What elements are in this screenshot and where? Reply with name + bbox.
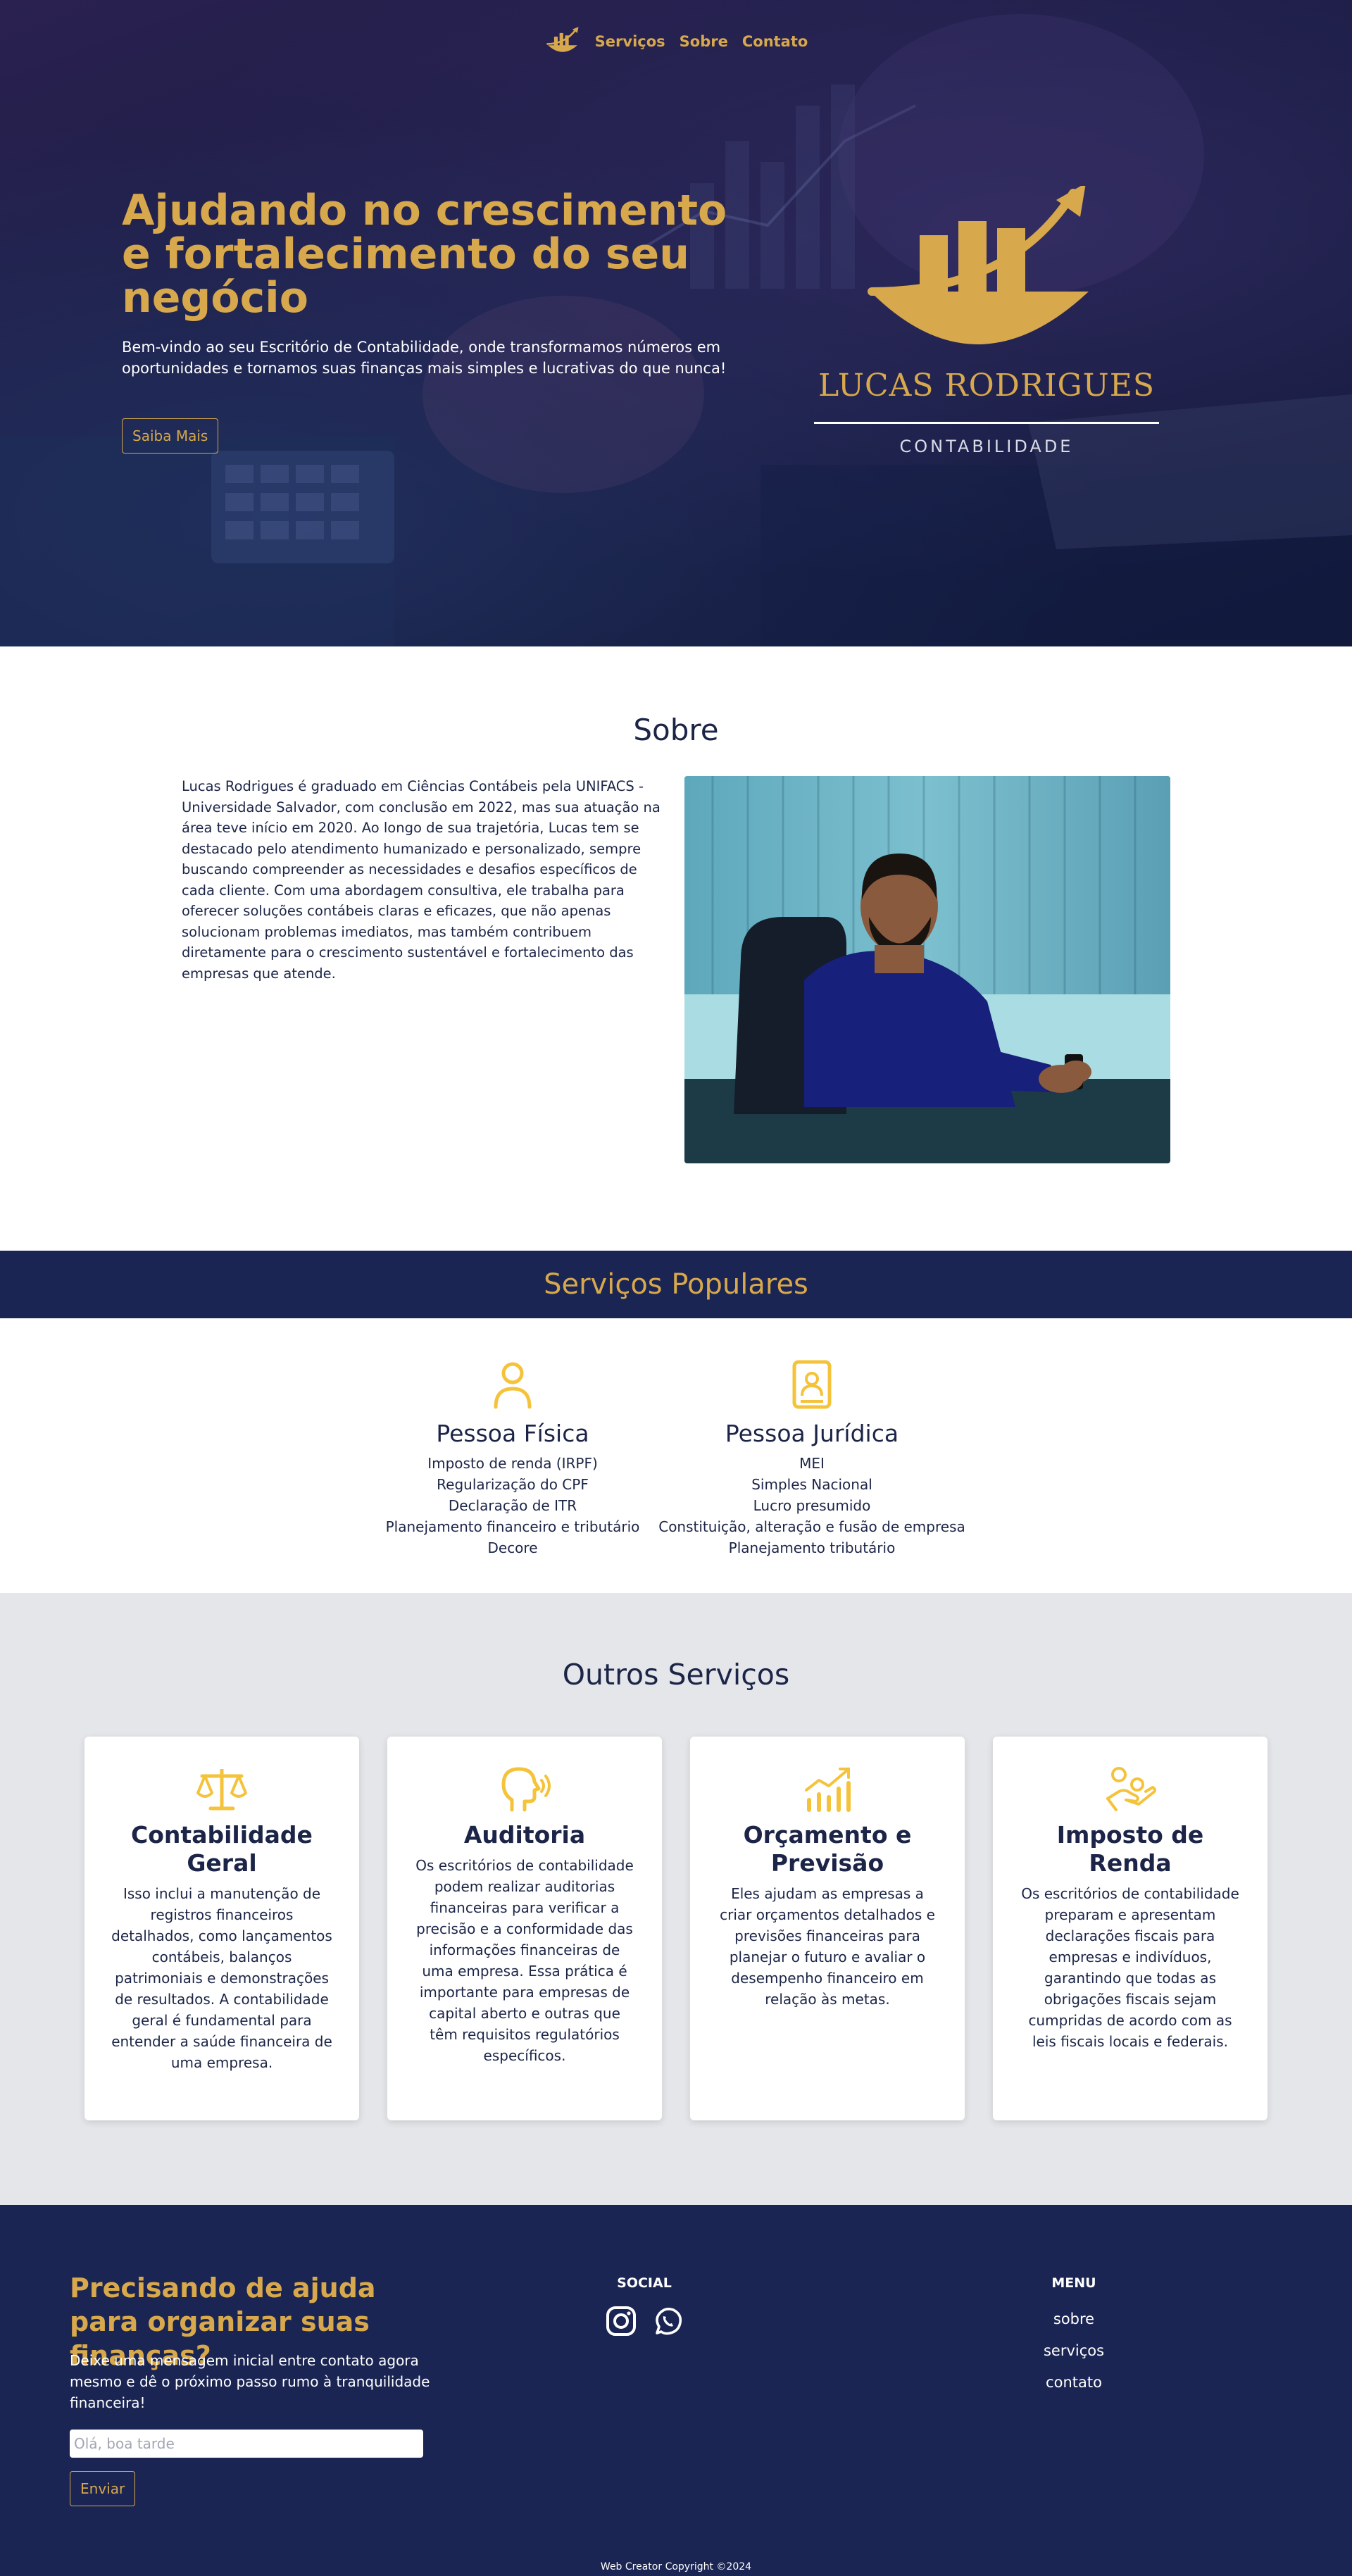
message-input[interactable] xyxy=(70,2430,423,2458)
nav-servicos[interactable]: Serviços xyxy=(595,33,665,50)
about-photo xyxy=(684,776,1170,1163)
popular-services-title: Serviços Populares xyxy=(544,1268,808,1301)
popular-services-header: Serviços Populares xyxy=(0,1251,1352,1318)
nav-sobre[interactable]: Sobre xyxy=(680,33,728,50)
send-button[interactable]: Enviar xyxy=(70,2471,136,2506)
about-title: Sobre xyxy=(633,713,719,747)
footer: Precisando de ajuda para organizar suas … xyxy=(0,2205,1352,2576)
speaking-head-icon xyxy=(501,1767,551,1812)
footer-menu: sobre serviços contato xyxy=(1000,2303,1148,2399)
list-item: Regularização do CPF xyxy=(437,1476,589,1493)
footer-menu-servicos[interactable]: serviços xyxy=(1044,2342,1104,2359)
pessoa-fisica-list: Imposto de renda (IRPF) Regularização do… xyxy=(372,1453,653,1558)
list-item: MEI xyxy=(799,1455,825,1472)
brand-logo: LUCAS RODRIGUES CONTABILIDADE xyxy=(814,186,1159,468)
service-pessoa-fisica: Pessoa Física Imposto de renda (IRPF) Re… xyxy=(372,1359,653,1558)
service-pessoa-juridica: Pessoa Jurídica MEI Simples Nacional Luc… xyxy=(646,1359,977,1558)
instagram-icon[interactable] xyxy=(604,2304,638,2338)
brand-subtitle: CONTABILIDADE xyxy=(899,437,1074,456)
social-links xyxy=(604,2304,684,2338)
footer-menu-contato[interactable]: contato xyxy=(1046,2374,1102,2391)
about-photo-illustration xyxy=(684,776,1170,1163)
service-card: Auditoria Os escritórios de contabilidad… xyxy=(387,1737,662,2120)
card-text: Isso inclui a manutenção de registros fi… xyxy=(111,1885,332,2071)
card-text: Os escritórios de contabilidade preparam… xyxy=(1021,1885,1239,2050)
brand-name: LUCAS RODRIGUES xyxy=(818,368,1155,404)
hand-money-icon xyxy=(1106,1767,1156,1811)
social-heading: SOCIAL xyxy=(617,2275,672,2291)
other-services-section: Outros Serviços Contabilidade Geral Isso… xyxy=(0,1593,1352,2205)
scale-icon xyxy=(196,1769,247,1811)
top-nav: Serviços Sobre Contato xyxy=(0,25,1352,58)
footer-menu-sobre[interactable]: sobre xyxy=(1053,2311,1094,2327)
menu-heading: MENU xyxy=(1051,2275,1096,2291)
service-card: Contabilidade Geral Isso inclui a manute… xyxy=(84,1737,359,2120)
card-title: Auditoria xyxy=(463,1821,586,1849)
list-item: Declaração de ITR xyxy=(448,1497,577,1514)
hero-title: Ajudando no crescimento e fortalecimento… xyxy=(122,186,727,323)
id-card-icon xyxy=(792,1360,832,1409)
list-item: Simples Nacional xyxy=(751,1476,872,1493)
other-services-title: Outros Serviços xyxy=(562,1658,790,1692)
hero-section: Serviços Sobre Contato Ajudando no cresc… xyxy=(0,0,1352,646)
pessoa-fisica-title: Pessoa Física xyxy=(436,1420,589,1447)
about-text: Lucas Rodrigues é graduado em Ciências C… xyxy=(182,778,661,982)
copyright: Web Creator Copyright ©2024 xyxy=(600,2561,752,2572)
brand-logo-icon xyxy=(868,186,1089,344)
card-title: Imposto de Renda xyxy=(1056,1821,1204,1877)
list-item: Constituição, alteração e fusão de empre… xyxy=(658,1518,965,1535)
whatsapp-icon[interactable] xyxy=(651,2304,684,2338)
card-title: Orçamento e Previsão xyxy=(743,1821,912,1877)
person-icon xyxy=(494,1362,532,1409)
card-title: Contabilidade Geral xyxy=(131,1821,313,1877)
list-item: Planejamento financeiro e tributário xyxy=(385,1518,640,1535)
list-item: Planejamento tributário xyxy=(728,1539,896,1556)
card-text: Eles ajudam as empresas a criar orçament… xyxy=(720,1885,935,2008)
nav-contato[interactable]: Contato xyxy=(742,33,808,50)
logo-icon[interactable] xyxy=(544,25,581,58)
hero-subtitle: Bem-vindo ao seu Escritório de Contabili… xyxy=(122,339,727,377)
learn-more-button[interactable]: Saiba Mais xyxy=(122,418,219,454)
growth-chart-icon xyxy=(805,1768,851,1812)
pessoa-juridica-list: MEI Simples Nacional Lucro presumido Con… xyxy=(646,1453,977,1558)
brand-divider xyxy=(814,422,1159,424)
list-item: Imposto de renda (IRPF) xyxy=(427,1455,598,1472)
card-text: Os escritórios de contabilidade podem re… xyxy=(415,1857,634,2064)
list-item: Lucro presumido xyxy=(753,1497,871,1514)
footer-text: Deixe uma mensagem inicial entre contato… xyxy=(70,2352,430,2411)
pessoa-juridica-title: Pessoa Jurídica xyxy=(725,1420,899,1447)
service-card: Orçamento e Previsão Eles ajudam as empr… xyxy=(690,1737,965,2120)
list-item: Decore xyxy=(487,1539,538,1556)
service-card: Imposto de Renda Os escritórios de conta… xyxy=(993,1737,1268,2120)
